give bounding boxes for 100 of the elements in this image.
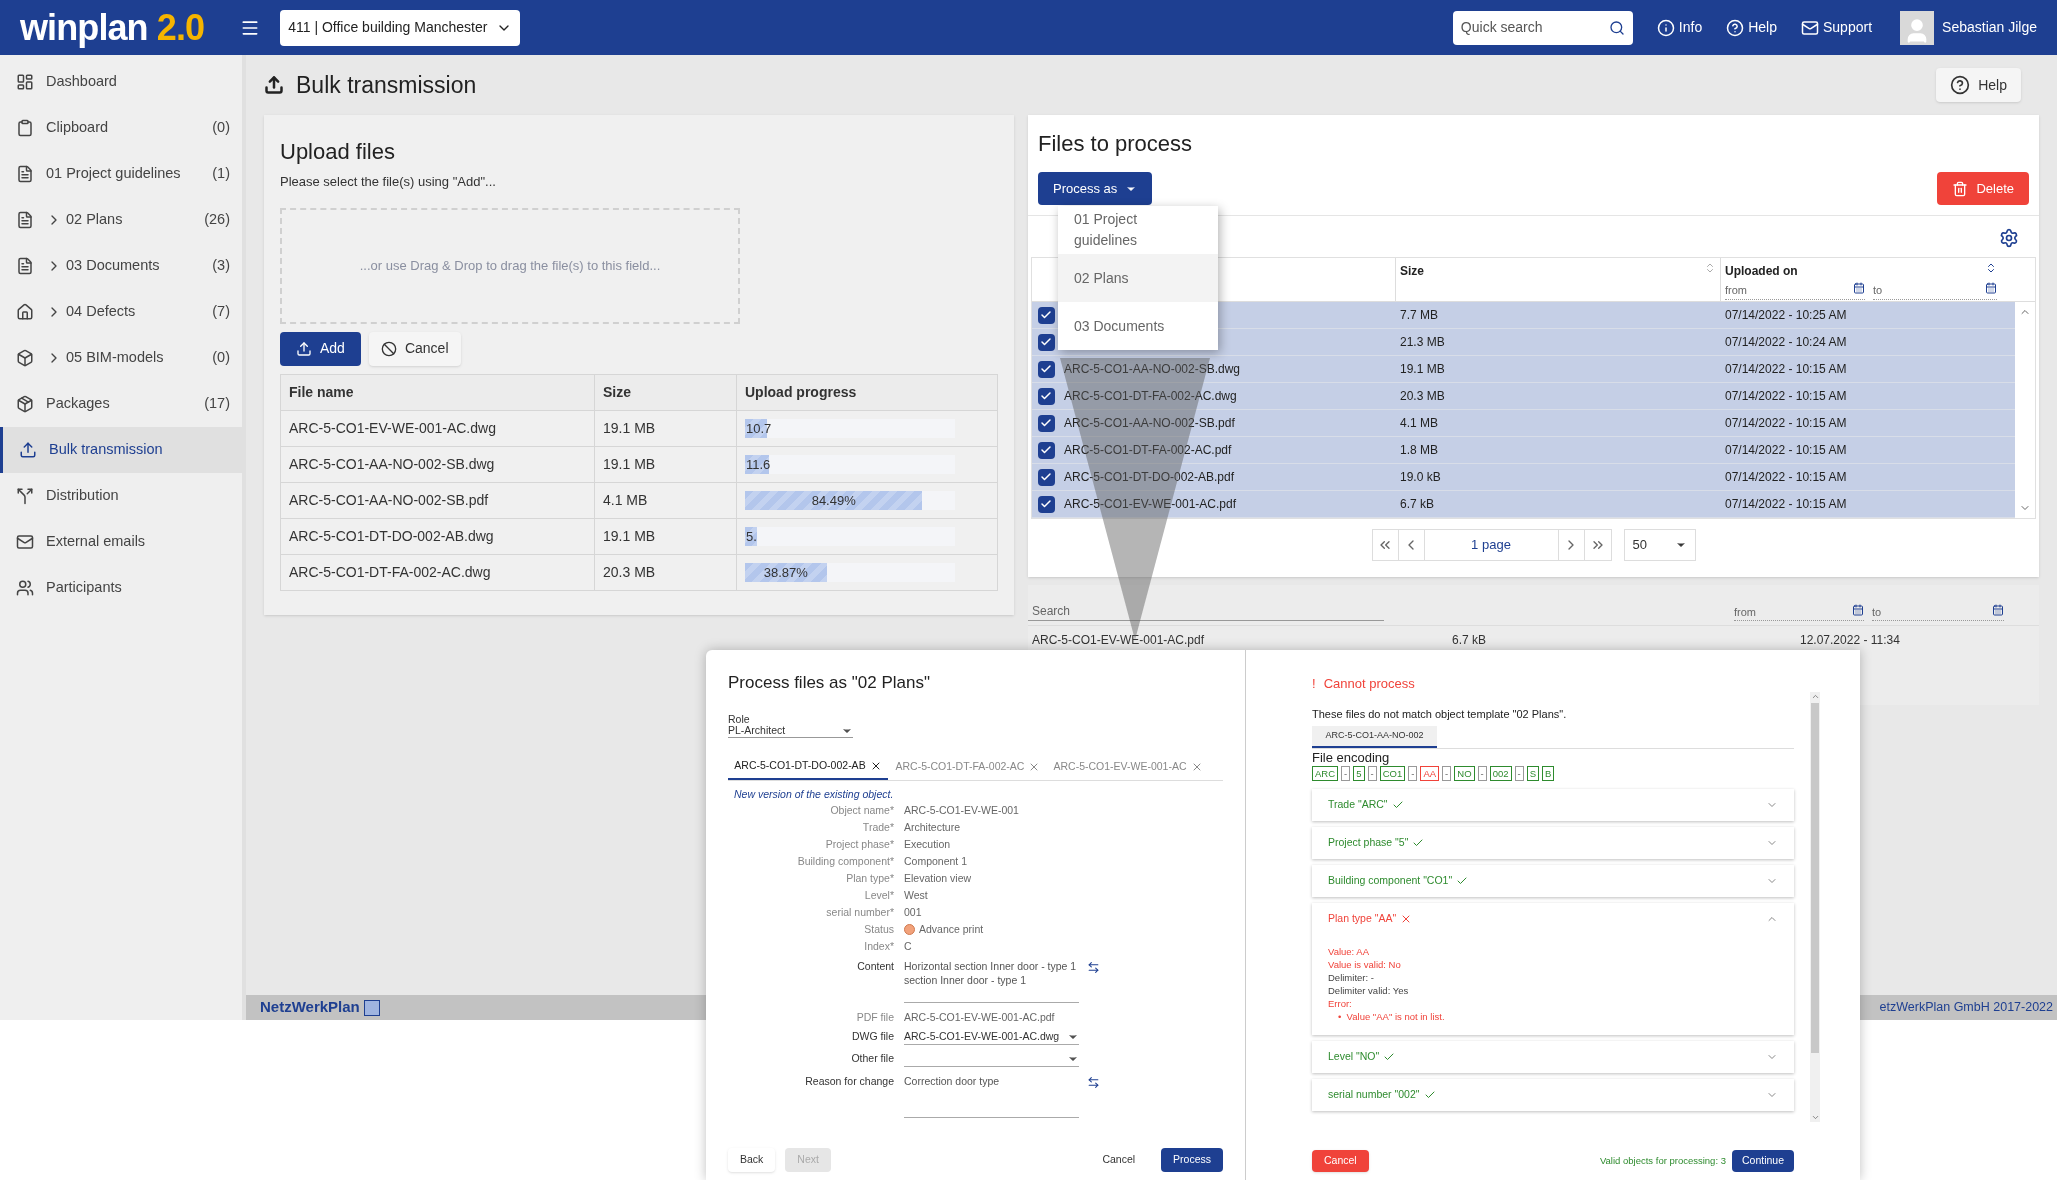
progress-label: 10.7	[746, 419, 772, 438]
settings-icon[interactable]	[1999, 228, 2019, 248]
checkbox[interactable]	[1037, 414, 1055, 432]
back-button[interactable]: Back	[728, 1148, 776, 1172]
file-tab[interactable]: ARC-5-CO1-AA-NO-002	[1312, 726, 1437, 748]
select-field[interactable]: ARC-5-CO1-EV-WE-001-AC.dwg	[904, 1029, 1079, 1046]
checkbox[interactable]	[1037, 306, 1055, 324]
card-title: Upload files	[280, 138, 396, 166]
cancel-button[interactable]: Cancel	[368, 331, 461, 366]
header-link[interactable]: Info	[1656, 17, 1703, 38]
cancel-button[interactable]: Cancel	[1312, 1150, 1369, 1172]
code-segment: B	[1542, 766, 1555, 781]
table-cell: 7.7 MB	[1400, 308, 1438, 322]
checkbox[interactable]	[1037, 360, 1055, 378]
sidebar-item[interactable]: Packages (17)	[0, 381, 242, 427]
check-panel[interactable]: Plan type "AA" Value: AA Value is valid: No Delimiter: - Delimiter valid: Yes Error: • Value "AA" is not in list.	[1312, 903, 1794, 1035]
check-panel[interactable]: Building component "CO1"	[1312, 865, 1794, 897]
field-label: Content	[856, 959, 895, 975]
menu-item[interactable]: 03 Documents	[1058, 302, 1218, 350]
check-icon	[1412, 837, 1425, 849]
file-tab[interactable]: ARC-5-CO1-DT-FA-002-AC	[888, 753, 1048, 780]
date-to-field[interactable]: to	[1873, 282, 1997, 300]
sidebar-item[interactable]: 01 Project guidelines (1)	[0, 151, 242, 197]
checkbox[interactable]	[1037, 495, 1055, 513]
checkbox[interactable]	[1037, 468, 1055, 486]
check-panel[interactable]: Trade "ARC"	[1312, 789, 1794, 821]
page-size-select[interactable]: 50	[1623, 529, 1696, 561]
date-from-field[interactable]: from	[1725, 282, 1865, 300]
sort-icon[interactable]	[1985, 262, 1997, 274]
field-label: Other file	[850, 1051, 895, 1067]
file-tab[interactable]: ARC-5-CO1-EV-WE-001-AC	[1048, 753, 1208, 780]
link-icon	[1726, 18, 1745, 37]
text-area[interactable]: Correction door type	[904, 1074, 1079, 1119]
check-panel[interactable]: Level "NO"	[1312, 1041, 1794, 1073]
link-icon	[1801, 18, 1819, 37]
scroll-down-icon[interactable]	[1810, 1113, 1820, 1122]
project-select[interactable]: 411 | Office building Manchester	[280, 9, 521, 46]
scrollbar[interactable]	[1810, 692, 1820, 1122]
help-button[interactable]: Help	[1936, 68, 2021, 102]
quick-search-field[interactable]: Quick search	[1452, 10, 1633, 45]
item-count: (7)	[212, 302, 230, 322]
role-select[interactable]: Role PL-Architect	[728, 713, 853, 738]
sidebar-item[interactable]: 03 Documents (3)	[0, 243, 242, 289]
checkbox[interactable]	[1037, 387, 1055, 405]
file-tab[interactable]: ARC-5-CO1-DT-DO-002-AB	[728, 753, 888, 780]
calendar-icon[interactable]	[1853, 282, 1865, 294]
delimiter-chip: -	[1477, 766, 1487, 781]
sidebar-icon	[16, 73, 34, 91]
check-icon	[1456, 875, 1469, 887]
field-label: Index*	[863, 938, 895, 954]
header-link[interactable]: Help	[1726, 17, 1777, 38]
check-icon	[1040, 417, 1052, 429]
sidebar-item[interactable]: Distribution	[0, 473, 242, 519]
file-row[interactable]: ARC-5-CO1-EV-WE-001-AC.pdf 6.7 kB 07/14/2022 - 10:15 AM	[1032, 491, 2015, 518]
menu-item[interactable]: 02 Plans	[1058, 254, 1218, 302]
process-as-button[interactable]: Process as	[1038, 172, 1153, 205]
sidebar-item[interactable]: 04 Defects (7)	[0, 289, 242, 335]
date-to-field[interactable]: to	[1872, 603, 2004, 621]
avatar-icon[interactable]	[1900, 10, 1935, 45]
scroll-up-icon[interactable]	[1810, 692, 1820, 701]
swap-icon[interactable]	[1087, 961, 1100, 975]
process-button[interactable]: Process	[1161, 1148, 1223, 1172]
check-icon	[1040, 363, 1052, 375]
code-segment: CO1	[1379, 766, 1406, 781]
calendar-icon[interactable]	[1852, 603, 1864, 616]
continue-button[interactable]: Continue	[1731, 1150, 1794, 1172]
upload-icon	[296, 340, 312, 357]
text-area[interactable]: Horizontal section Inner door - type 1 section Inner door - type 1	[904, 959, 1079, 1004]
status-icon	[904, 924, 915, 936]
checkbox[interactable]	[1037, 333, 1055, 351]
table-cell: 07/14/2022 - 10:24 AM	[1725, 335, 1847, 349]
table-cell-text: ARC-5-CO1-EV-WE-001-AC.pdf	[1031, 631, 1206, 649]
swap-icon[interactable]	[1087, 1076, 1100, 1090]
sidebar-item[interactable]: Bulk transmission	[0, 427, 242, 473]
sidebar-item[interactable]: Participants	[0, 565, 242, 611]
check-panel[interactable]: serial number "002"	[1312, 1079, 1794, 1111]
search-field[interactable]: Search	[1028, 602, 1384, 621]
upload-hint: Please select the file(s) using "Add"...	[280, 173, 497, 191]
cancel-button[interactable]: Cancel	[1092, 1148, 1146, 1172]
sidebar-item[interactable]: 02 Plans (26)	[0, 197, 242, 243]
table-cell: 1.8 MB	[1400, 443, 1438, 457]
add-button[interactable]: Add	[280, 331, 361, 366]
sidebar-item[interactable]: External emails	[0, 519, 242, 565]
check-panel[interactable]: Project phase "5"	[1312, 827, 1794, 859]
user-name[interactable]: Sebastian Jilge	[1942, 17, 2037, 38]
calendar-icon[interactable]	[1992, 603, 2004, 616]
checkbox[interactable]	[1037, 441, 1055, 459]
header-link[interactable]: Support	[1801, 17, 1873, 38]
search-icon[interactable]	[1608, 19, 1625, 36]
calendar-icon[interactable]	[1985, 282, 1997, 294]
file-row[interactable]: ARC-5-CO1-DT-DO-002-AB.pdf 19.0 kB 07/14/2022 - 10:15 AM	[1032, 464, 2015, 491]
date-from-field[interactable]: from	[1734, 603, 1864, 621]
logo: winplan 2.0	[20, 9, 205, 46]
menu-item[interactable]: 01 Project guidelines	[1058, 206, 1218, 254]
item-count: (0)	[212, 348, 230, 368]
sidebar-item[interactable]: Dashboard	[0, 59, 242, 105]
sidebar-item[interactable]: 05 BIM-models (0)	[0, 335, 242, 381]
delete-button[interactable]: Delete	[1937, 172, 2029, 205]
page-title: Bulk transmission	[296, 70, 477, 100]
sidebar-item[interactable]: Clipboard (0)	[0, 105, 242, 151]
